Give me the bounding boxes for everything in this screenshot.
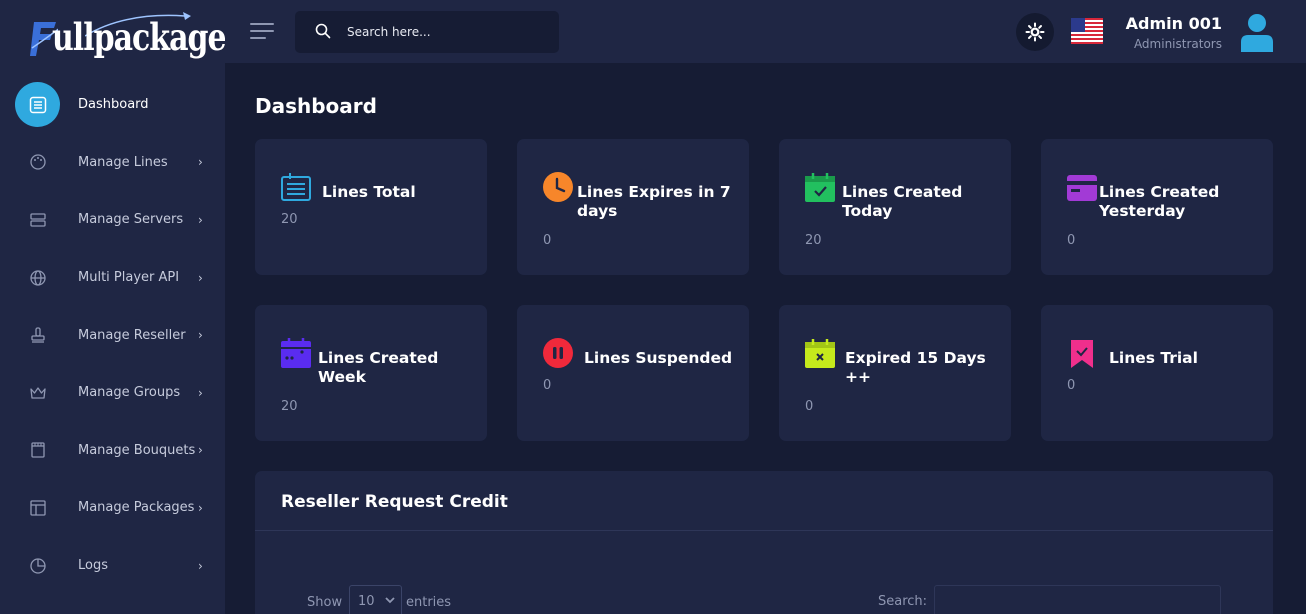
card-value: 20	[805, 233, 822, 248]
calendar-x-icon	[805, 339, 835, 368]
show-label: Show	[307, 595, 343, 610]
user-avatar-icon[interactable]	[1239, 12, 1275, 52]
sidebar-item-manage-groups[interactable]: Manage Groups ›	[0, 364, 225, 422]
chevron-right-icon: ›	[198, 500, 203, 515]
sidebar-item-dashboard[interactable]: Dashboard	[0, 76, 225, 134]
stat-card-lines-expires[interactable]: Lines Expires in 7 days 0	[517, 139, 749, 275]
card-icon	[1067, 175, 1097, 201]
sun-icon	[1025, 22, 1045, 42]
sidebar-item-manage-reseller[interactable]: Manage Reseller ›	[0, 306, 225, 364]
table-search-label: Search:	[878, 594, 928, 609]
palette-icon	[15, 140, 60, 185]
pie-chart-icon	[15, 543, 60, 588]
search-input[interactable]	[347, 22, 547, 42]
card-title: Lines Created Week	[318, 349, 439, 386]
topbar: Admin 001 Administrators	[225, 0, 1306, 63]
sidebar-item-manage-packages[interactable]: Manage Packages ›	[0, 479, 225, 537]
reseller-request-panel: Reseller Request Credit Show 10 entries …	[255, 471, 1273, 614]
card-value: 0	[1067, 233, 1076, 248]
stat-card-lines-created-yesterday[interactable]: Lines Created Yesterday 0	[1041, 139, 1273, 275]
card-title: Lines Suspended	[584, 349, 733, 367]
card-title: Lines Expires in 7 days	[577, 183, 731, 220]
stat-card-lines-trial[interactable]: Lines Trial 0	[1041, 305, 1273, 441]
entries-select-value: 10	[358, 594, 375, 609]
entries-select[interactable]: 10	[349, 585, 402, 614]
sidebar-item-label: Manage Groups	[78, 385, 181, 401]
global-search	[295, 11, 559, 53]
calendar-check-icon	[805, 173, 835, 202]
panel-divider	[255, 530, 1273, 531]
pause-icon	[543, 338, 573, 368]
chevron-right-icon: ›	[198, 155, 203, 170]
chevron-down-icon	[385, 597, 395, 604]
sidebar-item-label: Manage Lines	[78, 154, 168, 170]
entries-label: entries	[406, 595, 452, 610]
globe-icon	[15, 255, 60, 300]
chevron-right-icon: ›	[198, 212, 203, 227]
user-role: Administrators	[1133, 37, 1222, 51]
crown-icon	[15, 370, 60, 415]
card-title: Lines Total	[322, 183, 416, 201]
sidebar-item-label: Multi Player API	[78, 270, 180, 286]
card-value: 20	[281, 399, 298, 414]
sidebar-item-manage-bouquets[interactable]: Manage Bouquets ›	[0, 422, 225, 480]
menu-toggle-icon[interactable]	[250, 20, 276, 42]
sidebar-item-label: Dashboard	[78, 97, 149, 113]
card-title: Lines Created Yesterday	[1099, 183, 1220, 220]
sidebar-item-label: Manage Servers	[78, 212, 184, 228]
stat-card-lines-total[interactable]: Lines Total 20	[255, 139, 487, 275]
card-title: Expired 15 Days ++	[845, 349, 986, 386]
calendar-week-icon	[281, 338, 311, 368]
clock-icon	[543, 172, 573, 202]
chevron-right-icon: ›	[198, 270, 203, 285]
card-title: Lines Trial	[1109, 349, 1198, 367]
page-title: Dashboard	[255, 94, 377, 118]
list-icon	[281, 173, 311, 201]
sidebar-item-label: Logs	[78, 558, 108, 574]
card-title: Lines Created Today	[842, 183, 963, 220]
table-search-input[interactable]	[934, 585, 1221, 614]
sidebar-item-label: Manage Reseller	[78, 327, 186, 343]
sidebar-nav: Dashboard Manage Lines › Manage Servers …	[0, 76, 225, 594]
theme-toggle-button[interactable]	[1016, 13, 1054, 51]
panel-title: Reseller Request Credit	[281, 492, 508, 512]
stat-card-lines-created-today[interactable]: Lines Created Today 20	[779, 139, 1011, 275]
chevron-right-icon: ›	[198, 385, 203, 400]
card-value: 0	[805, 399, 814, 414]
user-name: Admin 001	[1125, 14, 1222, 33]
card-value: 0	[543, 378, 552, 393]
stat-card-lines-suspended[interactable]: Lines Suspended 0	[517, 305, 749, 441]
sidebar: ullpackage Dashboard Manage Lines › Mana…	[0, 0, 227, 614]
layout-icon	[15, 485, 60, 530]
chevron-right-icon: ›	[198, 443, 203, 458]
card-value: 20	[281, 212, 298, 227]
stat-card-lines-created-week[interactable]: Lines Created Week 20	[255, 305, 487, 441]
bookmark-check-icon	[1071, 340, 1093, 368]
brand-logo[interactable]: ullpackage	[30, 10, 227, 62]
stat-card-expired-15-days[interactable]: Expired 15 Days ++ 0	[779, 305, 1011, 441]
dashboard-icon	[15, 82, 60, 128]
sidebar-item-manage-lines[interactable]: Manage Lines ›	[0, 134, 225, 192]
server-icon	[15, 197, 60, 242]
sidebar-item-label: Manage Packages	[78, 500, 195, 516]
sidebar-item-manage-servers[interactable]: Manage Servers ›	[0, 191, 225, 249]
card-value: 0	[1067, 378, 1076, 393]
search-icon	[315, 23, 331, 39]
brand-logo-text: ullpackage	[52, 16, 227, 60]
stamp-icon	[15, 313, 60, 358]
sidebar-item-logs[interactable]: Logs ›	[0, 537, 225, 595]
card-value: 0	[543, 233, 552, 248]
chevron-right-icon: ›	[198, 558, 203, 573]
sidebar-item-multi-player-api[interactable]: Multi Player API ›	[0, 249, 225, 307]
us-flag-icon[interactable]	[1071, 18, 1103, 44]
film-icon	[15, 428, 60, 473]
sidebar-item-label: Manage Bouquets	[78, 442, 196, 458]
chevron-right-icon: ›	[198, 328, 203, 343]
